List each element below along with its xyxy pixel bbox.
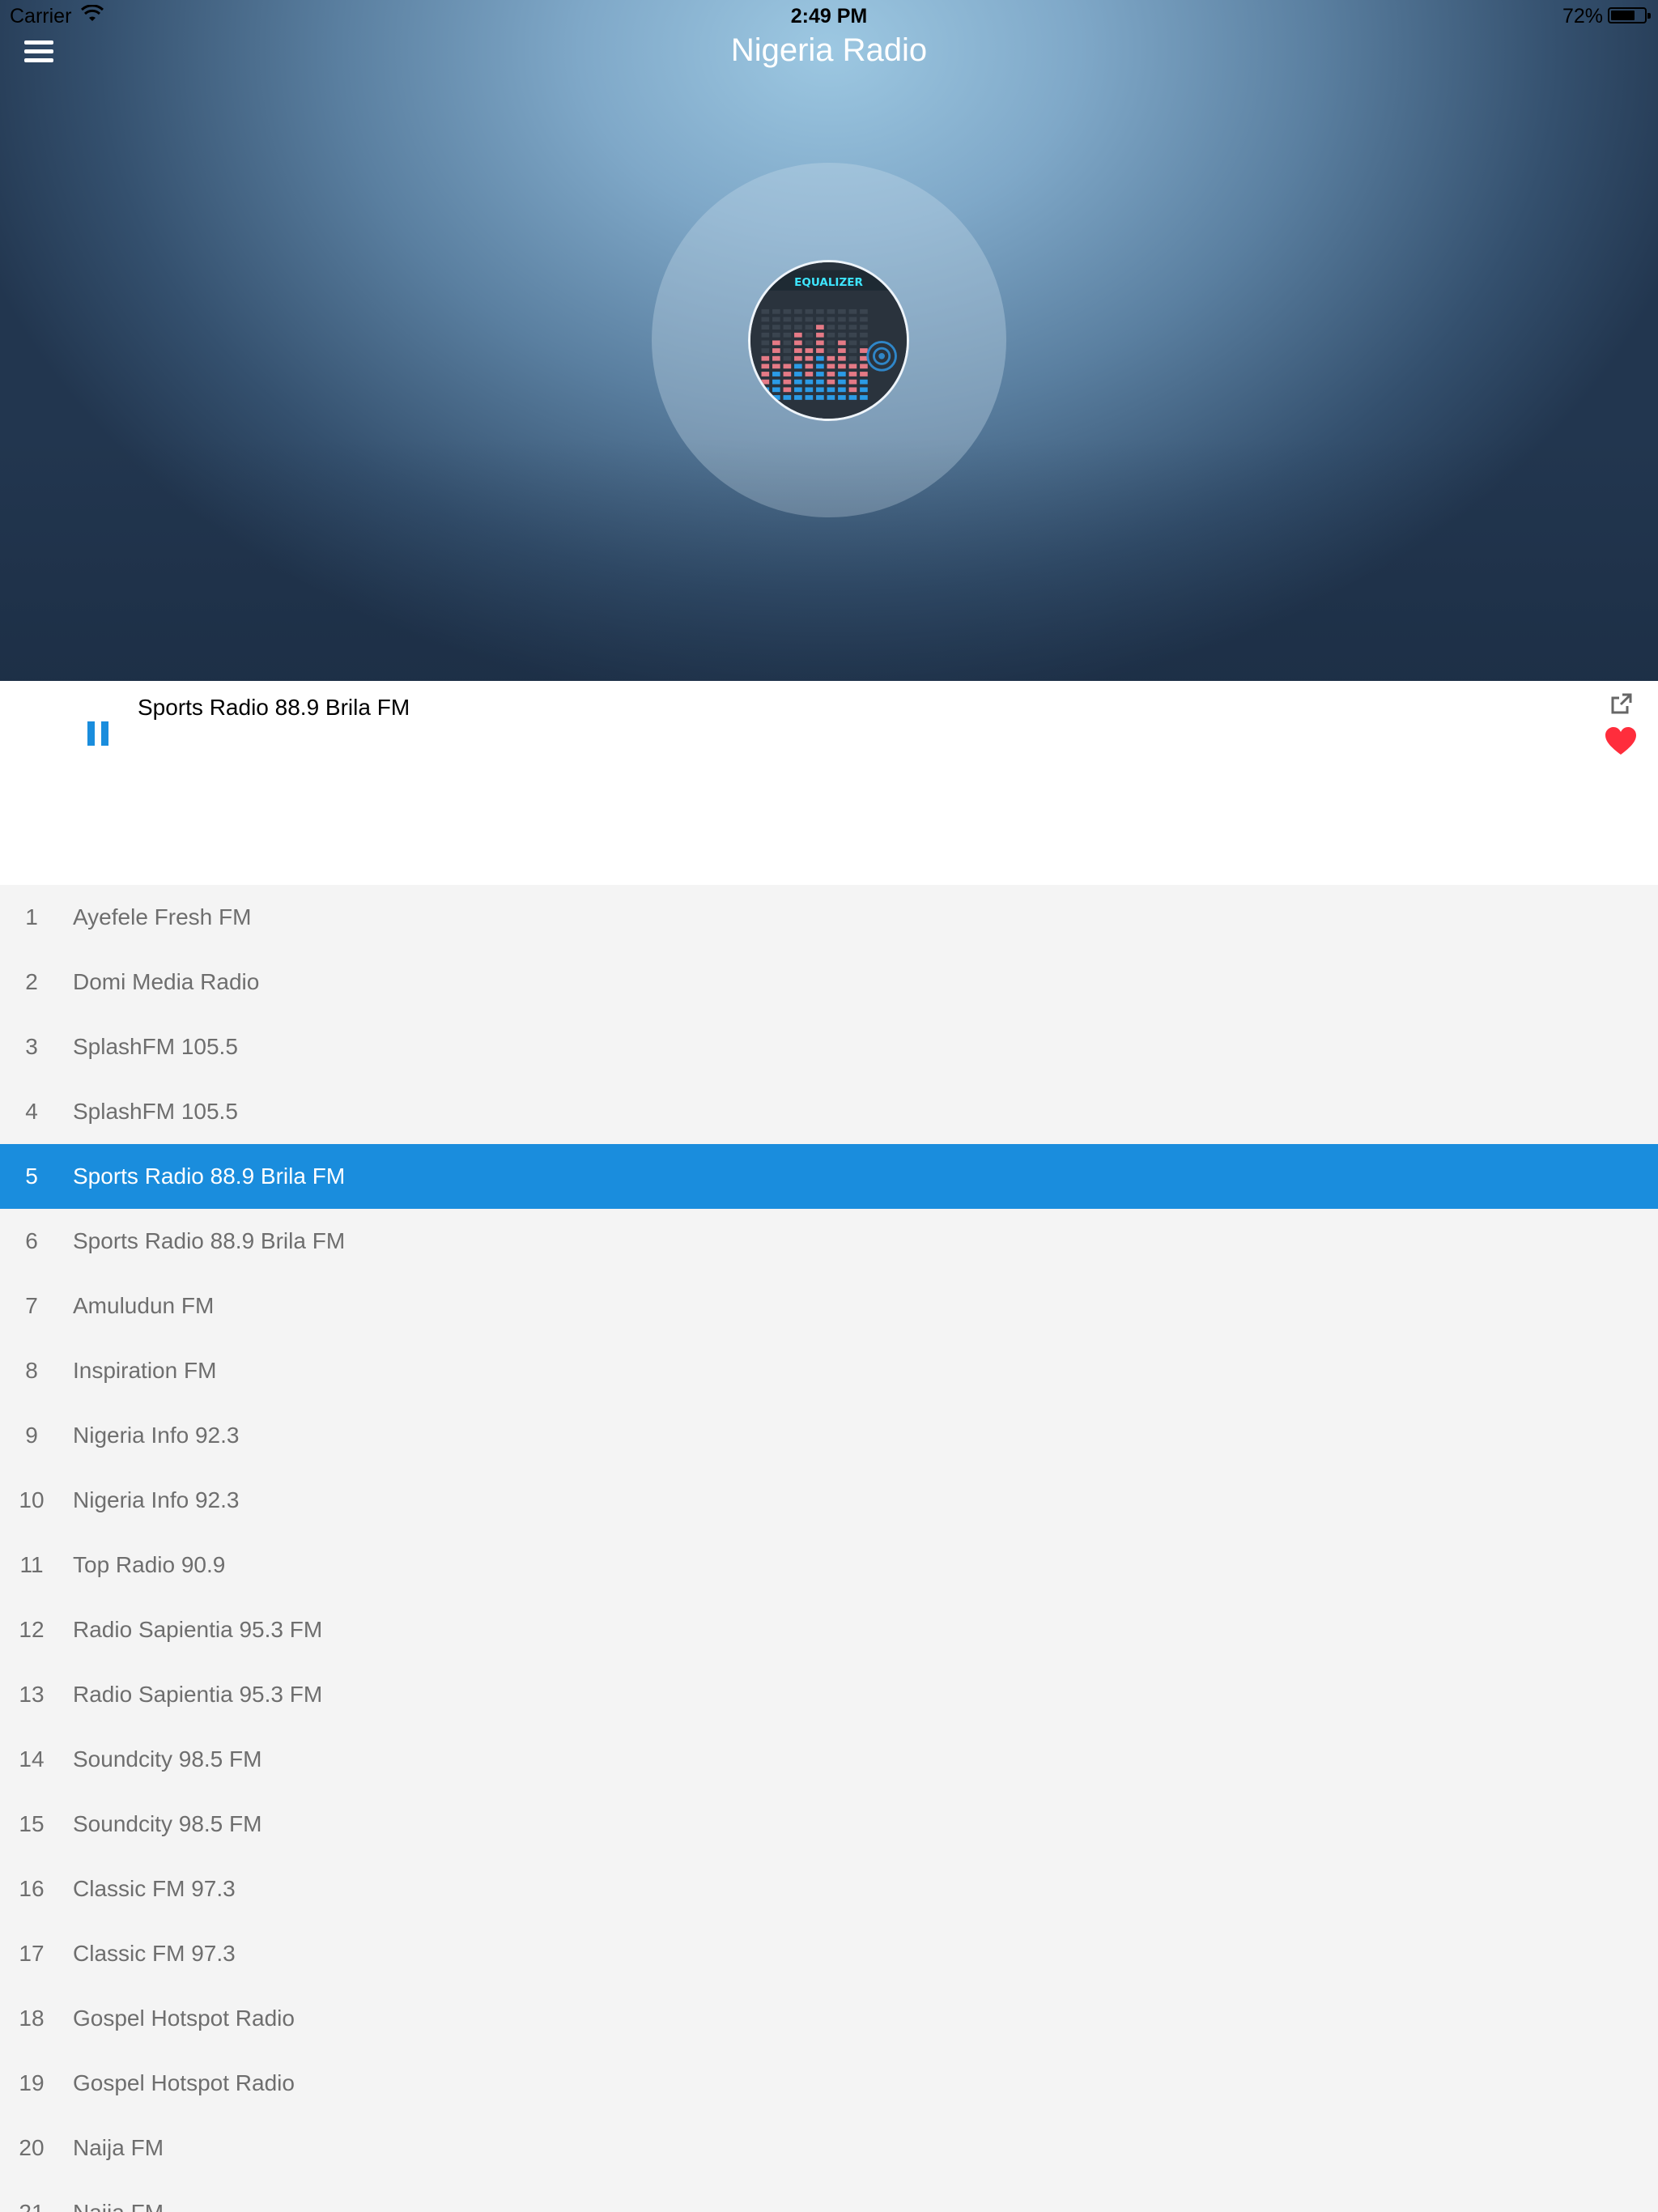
station-row[interactable]: 18 Gospel Hotspot Radio [0,1986,1658,2051]
station-number: 21 [0,2200,63,2212]
station-name: SplashFM 105.5 [73,1034,238,1059]
station-number: 18 [19,2006,45,2031]
station-row[interactable]: 17 Classic FM 97.3 [0,1921,1658,1986]
station-row[interactable]: 3 SplashFM 105.5 [0,1015,1658,1079]
station-name: Sports Radio 88.9 Brila FM [73,1163,346,1189]
station-number: 12 [19,1617,45,1642]
station-name: Ayefele Fresh FM [73,904,252,929]
station-name: Radio Sapientia 95.3 FM [73,1617,323,1642]
station-number: 16 [19,1876,45,1901]
hero-banner: Carrier 2:49 PM 72% Nigeria Radio EQUALI… [0,0,1658,681]
station-row[interactable]: 12 Radio Sapientia 95.3 FM [0,1597,1658,1662]
status-bar: Carrier 2:49 PM 72% [0,0,1658,32]
station-row[interactable]: 19 Gospel Hotspot Radio [0,2051,1658,2116]
station-name: Gospel Hotspot Radio [73,2006,295,2031]
station-name: Soundcity 98.5 FM [73,1746,262,1772]
station-number: 8 [25,1358,38,1383]
station-row[interactable]: 8 Inspiration FM [0,1338,1658,1403]
station-number: 13 [19,1682,45,1707]
station-name: Nigeria Info 92.3 [73,1423,240,1448]
station-row[interactable]: 10 Nigeria Info 92.3 [0,1468,1658,1533]
station-name: Nigeria Info 92.3 [73,1487,240,1512]
station-name: Naija FM [73,2135,164,2160]
station-row[interactable]: 21 Naija FM [0,2180,1658,2212]
station-number: 11 [19,1552,44,1577]
external-share-icon[interactable] [1609,693,1632,716]
app-title: Nigeria Radio [730,32,928,68]
station-row[interactable]: 14 Soundcity 98.5 FM [0,1727,1658,1792]
station-number: 4 [25,1099,38,1124]
station-name: Classic FM 97.3 [73,1941,236,1966]
station-number: 14 [19,1746,45,1772]
heart-icon[interactable] [1605,727,1637,756]
station-number: 3 [25,1034,38,1059]
station-name: Amuludun FM [73,1293,215,1318]
station-name: SplashFM 105.5 [73,1099,238,1124]
station-name: Top Radio 90.9 [73,1552,226,1577]
station-row[interactable]: 5 Sports Radio 88.9 Brila FM [0,1144,1658,1209]
station-number: 17 [19,1941,45,1966]
pause-icon[interactable] [87,721,108,746]
now-playing-title: Sports Radio 88.9 Brila FM [138,695,410,720]
station-number: 2 [25,969,38,994]
equalizer-artwork-icon: EQUALIZER [750,262,907,419]
station-number: 15 [19,1811,45,1836]
status-time: 2:49 PM [790,5,868,28]
station-number: 6 [25,1228,38,1253]
station-row[interactable]: 11 Top Radio 90.9 [0,1533,1658,1597]
station-number: 9 [25,1423,38,1448]
station-number: 19 [19,2070,45,2095]
station-number: 10 [19,1487,45,1512]
station-name: Gospel Hotspot Radio [73,2070,295,2095]
station-row[interactable]: 7 Amuludun FM [0,1274,1658,1338]
station-artwork: EQUALIZER [748,260,909,421]
station-row[interactable]: 1 Ayefele Fresh FM [0,885,1658,950]
station-row[interactable]: 13 Radio Sapientia 95.3 FM [0,1662,1658,1727]
station-row[interactable]: 15 Soundcity 98.5 FM [0,1792,1658,1857]
station-number: 7 [25,1293,38,1318]
station-name: Classic FM 97.3 [73,1876,236,1901]
station-name: Domi Media Radio [73,969,260,994]
station-name: Inspiration FM [73,1358,217,1383]
battery-fill [1611,11,1635,20]
artwork-label: EQUALIZER [794,276,863,289]
station-number: 1 [25,904,38,929]
station-number: 5 [25,1163,38,1189]
station-row[interactable]: 9 Nigeria Info 92.3 [0,1403,1658,1468]
station-row[interactable]: 16 Classic FM 97.3 [0,1857,1658,1921]
station-row[interactable]: 6 Sports Radio 88.9 Brila FM [0,1209,1658,1274]
station-number: 20 [19,2135,45,2160]
station-list: 1 Ayefele Fresh FM 2 Domi Media Radio 3 Splas… [0,885,1658,2212]
station-name: Sports Radio 88.9 Brila FM [73,1228,346,1253]
station-row[interactable]: 2 Domi Media Radio [0,950,1658,1015]
battery-icon [1608,7,1651,23]
station-name: Radio Sapientia 95.3 FM [73,1682,323,1707]
battery-percentage: 72% [1562,5,1603,28]
station-name: Soundcity 98.5 FM [73,1811,262,1836]
station-row[interactable]: 4 SplashFM 105.5 [0,1079,1658,1144]
station-row[interactable]: 20 Naija FM [0,2116,1658,2180]
station-name: Naija FM [73,2200,164,2212]
